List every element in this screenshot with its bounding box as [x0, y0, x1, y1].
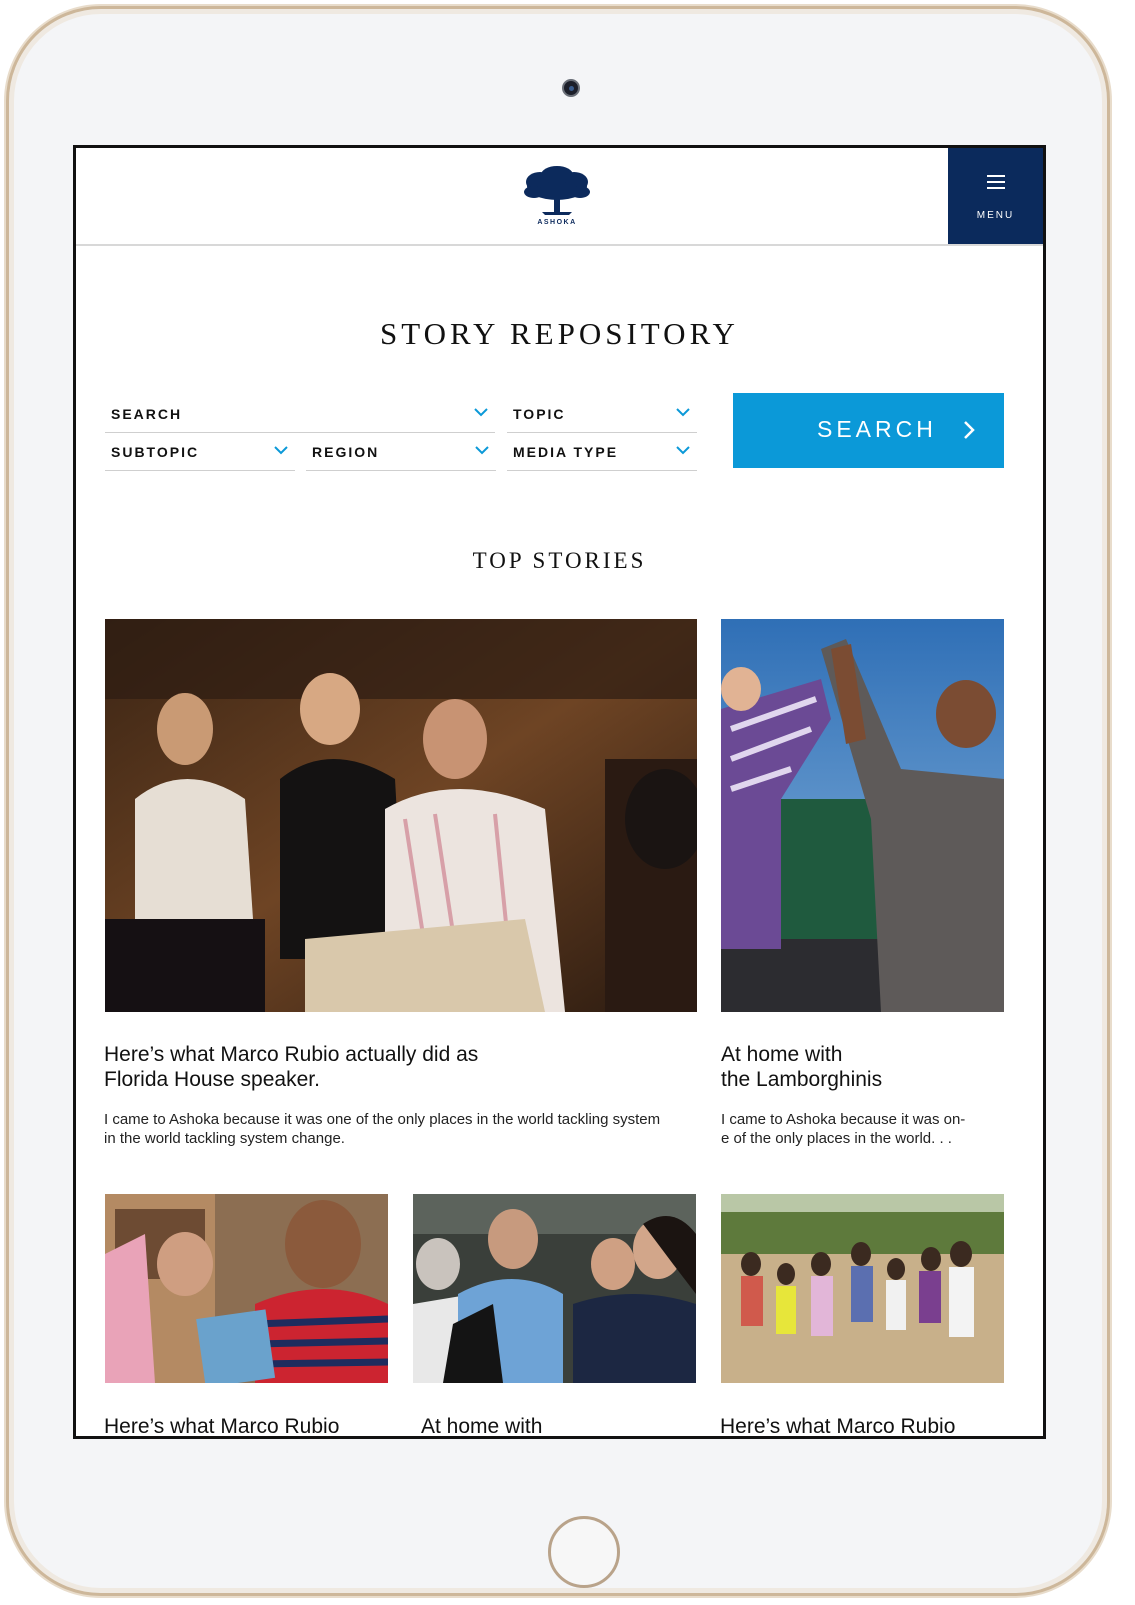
page-title: STORY REPOSITORY — [380, 316, 739, 351]
story-title-line: Florida House speaker. — [104, 1068, 320, 1091]
chevron-down-icon — [474, 408, 488, 417]
story-title-line: the Lamborghinis — [721, 1068, 883, 1091]
chevron-down-icon — [274, 446, 288, 455]
topic-dropdown[interactable]: TOPIC — [507, 398, 697, 433]
chevron-right-icon — [964, 421, 975, 439]
story-image-discussion[interactable] — [413, 1194, 696, 1383]
story-title[interactable]: Here’s what Marco Rubio actually did as … — [104, 1042, 664, 1092]
story-image-student[interactable] — [105, 1194, 388, 1383]
logo-text: ASHOKA — [537, 219, 577, 226]
story-image-conference[interactable] — [105, 619, 697, 1012]
story-excerpt-line: I came to Ashoka because it was one of t… — [104, 1111, 661, 1128]
subtopic-label: SUBTOPIC — [111, 444, 200, 460]
subtopic-dropdown[interactable]: SUBTOPIC — [105, 436, 295, 471]
search-field[interactable]: SEARCH — [105, 398, 495, 433]
menu-button[interactable]: MENU — [948, 148, 1043, 244]
site-header: ASHOKA MENU — [76, 148, 1043, 246]
region-dropdown[interactable]: REGION — [306, 436, 496, 471]
search-button[interactable]: SEARCH — [733, 393, 1004, 468]
story-title-line: At home with — [721, 1043, 843, 1066]
chevron-down-icon — [475, 446, 489, 455]
story-title[interactable]: Here’s what Marco Rubio — [720, 1414, 955, 1436]
hamburger-icon — [987, 175, 1005, 193]
chevron-down-icon — [676, 408, 690, 417]
story-image-children-dancing[interactable] — [721, 1194, 1004, 1383]
story-image-high-five[interactable] — [721, 619, 1004, 1012]
tree-icon — [524, 166, 590, 215]
top-stories-title: TOP STORIES — [472, 548, 647, 573]
media-type-label: MEDIA TYPE — [513, 444, 619, 460]
menu-label: MENU — [976, 210, 1015, 221]
screen: ASHOKA MENU STORY REPOSITORY SEARCH TOPI… — [73, 145, 1046, 1439]
story-excerpt-line: e of the only places in the world. . . — [721, 1130, 952, 1147]
topic-label: TOPIC — [513, 406, 566, 422]
search-button-label: SEARCH — [817, 416, 937, 442]
story-excerpt-line: in the world tackling system change. — [104, 1130, 345, 1147]
camera-icon — [562, 79, 580, 97]
story-title-line: Here’s what Marco Rubio actually did as — [104, 1043, 479, 1066]
story-title[interactable]: At home with — [421, 1414, 542, 1436]
home-button[interactable] — [548, 1516, 620, 1588]
media-type-dropdown[interactable]: MEDIA TYPE — [507, 436, 697, 471]
region-label: REGION — [312, 444, 380, 460]
story-title[interactable]: At home with the Lamborghinis — [721, 1042, 1004, 1092]
story-excerpt-line: I came to Ashoka because it was on- — [721, 1111, 966, 1128]
chevron-down-icon — [676, 446, 690, 455]
search-field-label: SEARCH — [111, 406, 183, 422]
story-excerpt: I came to Ashoka because it was one of t… — [104, 1110, 704, 1148]
story-excerpt: I came to Ashoka because it was on- e of… — [721, 1110, 1004, 1148]
story-title[interactable]: Here’s what Marco Rubio — [104, 1414, 339, 1436]
ashoka-logo[interactable]: ASHOKA — [522, 166, 592, 230]
